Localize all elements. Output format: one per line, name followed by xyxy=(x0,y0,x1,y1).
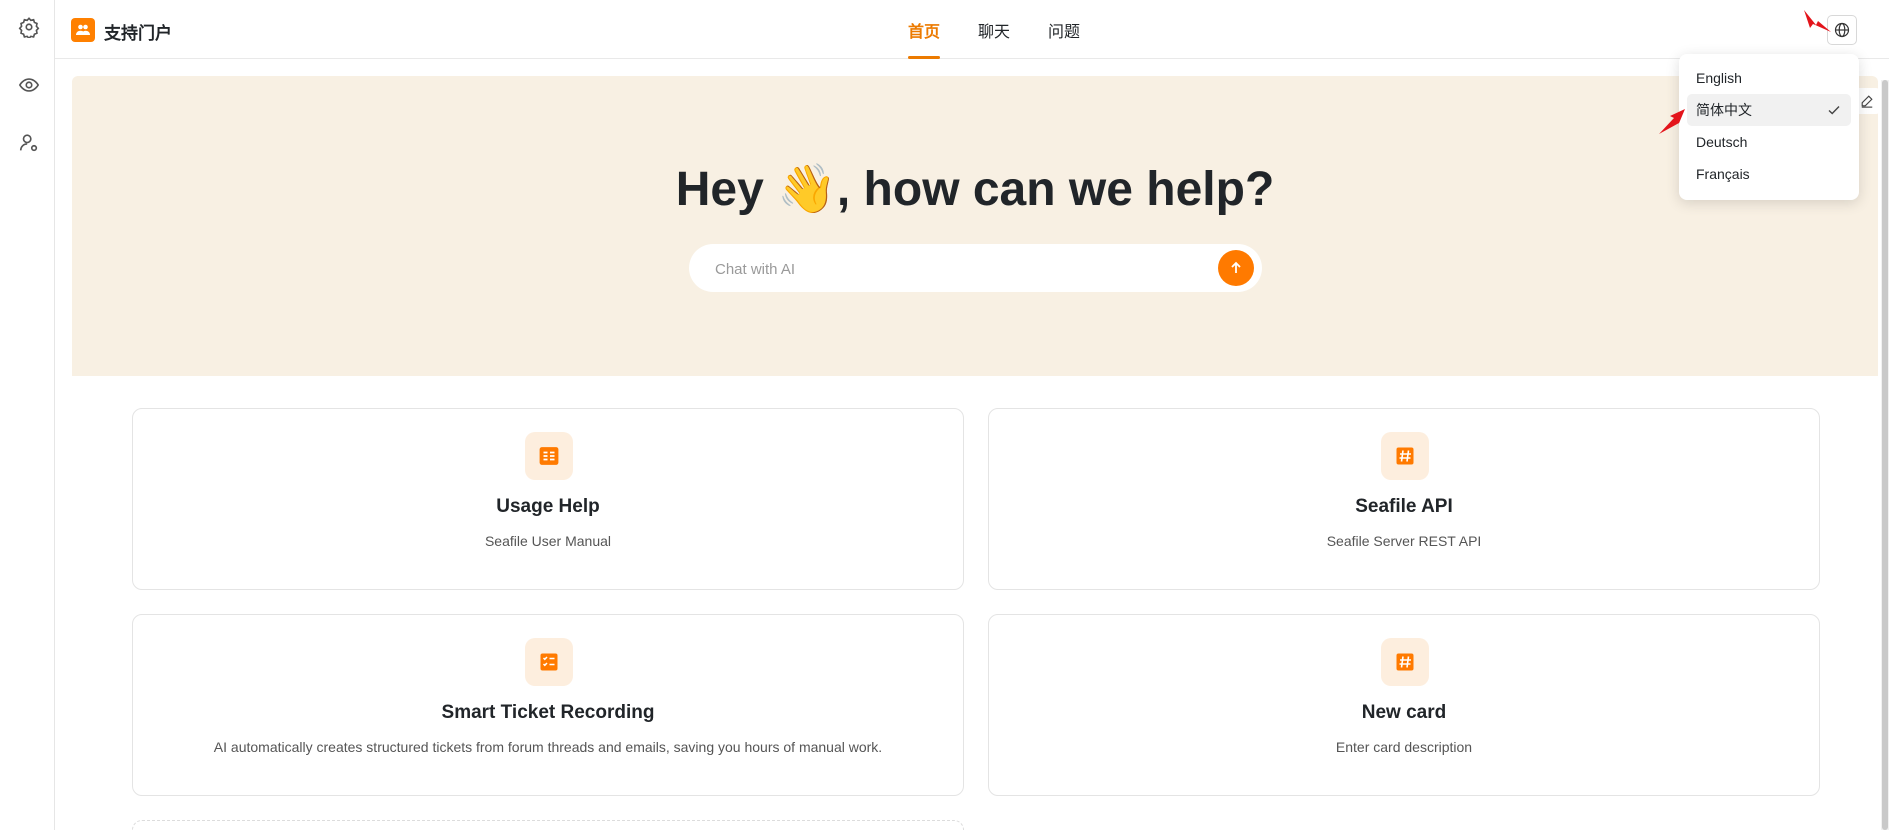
card-description: Seafile Server REST API xyxy=(1326,533,1482,549)
left-rail xyxy=(0,0,55,830)
hero-title: Hey 👋, how can we help? xyxy=(675,163,1275,216)
tab-chat[interactable]: 聊天 xyxy=(959,0,1029,59)
card-description: Seafile User Manual xyxy=(484,533,612,549)
language-option-simplified-chinese[interactable]: 简体中文 xyxy=(1687,94,1851,126)
card-title: Smart Ticket Recording xyxy=(441,702,655,723)
arrow-up-icon xyxy=(1231,261,1241,273)
users-icon[interactable] xyxy=(71,18,95,42)
language-option-deutsch[interactable]: Deutsch xyxy=(1687,126,1851,158)
scrollbar[interactable] xyxy=(1881,80,1889,830)
globe-icon xyxy=(1834,22,1850,38)
hash-icon xyxy=(1381,638,1429,686)
edit-icon xyxy=(1861,95,1873,108)
language-menu: English 简体中文 Deutsch Français xyxy=(1679,54,1859,200)
card-title: Seafile API xyxy=(1355,496,1453,517)
check-icon xyxy=(1828,106,1840,115)
add-card-placeholder[interactable] xyxy=(132,820,964,830)
tab-issues[interactable]: 问题 xyxy=(1029,0,1099,59)
hero-banner: Hey 👋, how can we help? xyxy=(72,76,1878,376)
card-usage-help[interactable]: Usage Help Seafile User Manual xyxy=(132,408,964,590)
send-button[interactable] xyxy=(1218,250,1254,286)
card-seafile-api[interactable]: Seafile API Seafile Server REST API xyxy=(988,408,1820,590)
language-option-label: Deutsch xyxy=(1696,134,1748,150)
chat-box xyxy=(689,244,1262,292)
eye-icon[interactable] xyxy=(15,71,43,99)
app-title: 支持门户 xyxy=(104,24,172,43)
tab-home[interactable]: 首页 xyxy=(889,0,959,59)
card-new-card[interactable]: New card Enter card description xyxy=(988,614,1820,796)
card-description: AI automatically creates structured tick… xyxy=(213,739,883,755)
hash-icon xyxy=(1381,432,1429,480)
card-smart-ticket-recording[interactable]: Smart Ticket Recording AI automatically … xyxy=(132,614,964,796)
card-title: New card xyxy=(1361,702,1447,723)
checklist-icon xyxy=(525,638,573,686)
main-nav: 首页 聊天 问题 xyxy=(889,0,1099,59)
language-option-label: Français xyxy=(1696,166,1750,182)
top-bar: 支持门户 首页 聊天 问题 xyxy=(55,0,1889,59)
language-option-label: 简体中文 xyxy=(1696,102,1752,118)
scrollbar-thumb[interactable] xyxy=(1882,80,1888,830)
chat-input[interactable] xyxy=(715,258,1195,280)
annotation-arrow-icon xyxy=(1659,109,1685,134)
language-option-label: English xyxy=(1696,70,1742,86)
language-option-english[interactable]: English xyxy=(1687,62,1851,94)
user-gear-icon[interactable] xyxy=(15,129,43,157)
card-title: Usage Help xyxy=(496,496,600,517)
annotation-arrow-icon xyxy=(1804,10,1831,32)
list-icon xyxy=(525,432,573,480)
card-description: Enter card description xyxy=(1335,739,1473,755)
gear-icon[interactable] xyxy=(15,13,43,41)
language-option-francais[interactable]: Français xyxy=(1687,158,1851,190)
